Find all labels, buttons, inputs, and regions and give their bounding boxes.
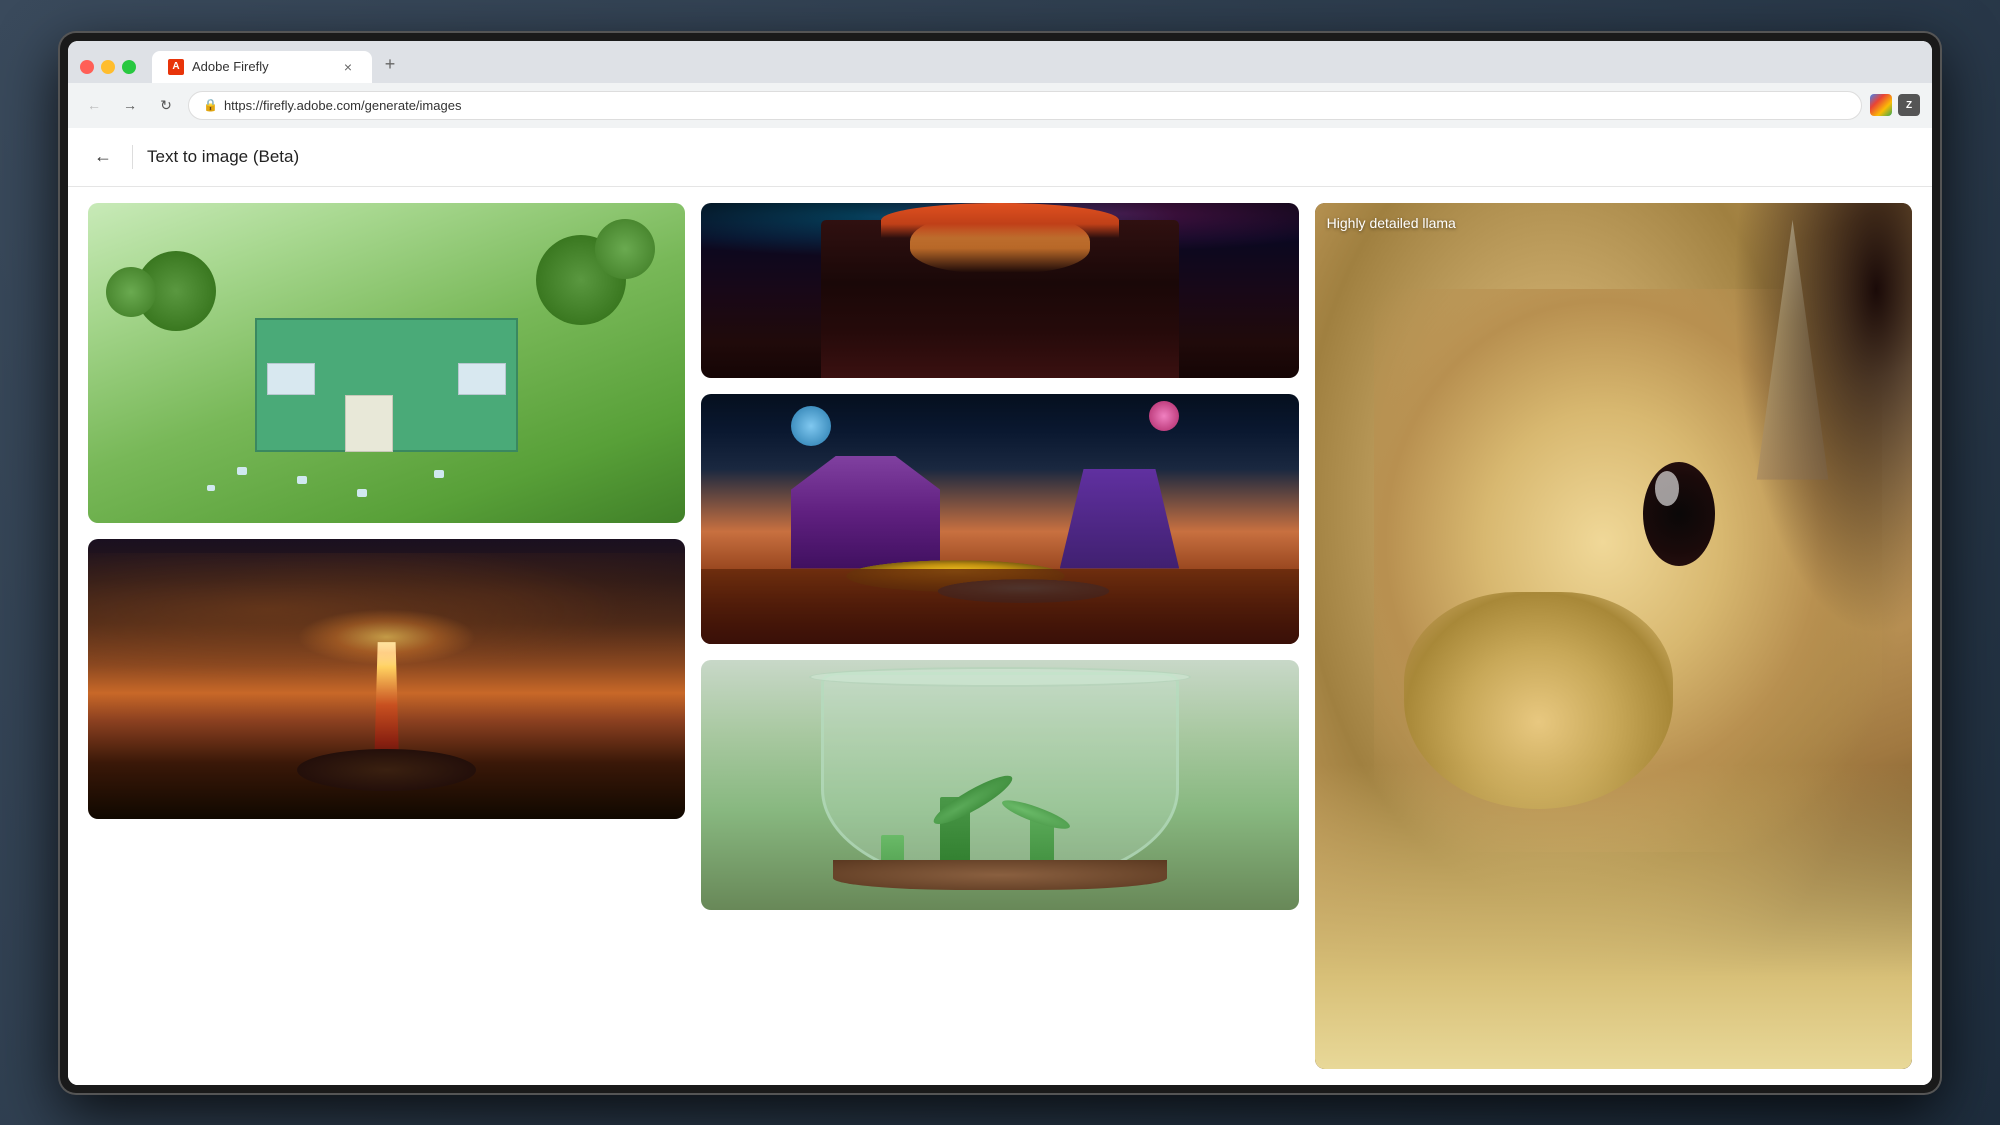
refresh-button[interactable]: ↻ <box>152 91 180 119</box>
tab-title: Adobe Firefly <box>192 59 332 74</box>
image-card-lighthouse[interactable] <box>88 539 685 819</box>
gallery-area[interactable]: Highly detailed llama <box>68 187 1932 1085</box>
minimize-window-button[interactable] <box>101 60 115 74</box>
image-card-house[interactable] <box>88 203 685 523</box>
back-nav-button[interactable]: ← <box>80 91 108 119</box>
image-card-jar[interactable] <box>701 660 1298 910</box>
gallery-col-1 <box>88 203 685 1069</box>
page-title: Text to image (Beta) <box>147 147 299 167</box>
page-back-button[interactable]: ← <box>88 142 118 172</box>
extension-button[interactable]: Z <box>1898 94 1920 116</box>
image-card-cyberpunk-person[interactable] <box>701 203 1298 378</box>
title-bar: A Adobe Firefly × + <box>68 41 1932 83</box>
llama-label: Highly detailed llama <box>1327 215 1456 231</box>
tab-bar: A Adobe Firefly × + <box>152 51 1920 83</box>
image-card-scifi[interactable] <box>701 394 1298 644</box>
lock-icon: 🔒 <box>203 98 218 112</box>
image-card-llama[interactable]: Highly detailed llama <box>1315 203 1912 1069</box>
maximize-window-button[interactable] <box>122 60 136 74</box>
favicon-letter: A <box>172 61 179 72</box>
tab-favicon: A <box>168 59 184 75</box>
header-divider <box>132 145 133 169</box>
active-tab[interactable]: A Adobe Firefly × <box>152 51 372 83</box>
gallery-col-2 <box>701 203 1298 1069</box>
tab-close-button[interactable]: × <box>340 59 356 75</box>
screen-bezel: A Adobe Firefly × + ← → ↻ 🔒 <box>60 33 1940 1093</box>
browser-actions: Z <box>1870 94 1920 116</box>
forward-nav-button[interactable]: → <box>116 91 144 119</box>
main-area: Highly detailed llama <box>68 187 1932 1085</box>
gallery-columns: Highly detailed llama <box>88 187 1912 1085</box>
gallery-col-3: Highly detailed llama <box>1315 203 1912 1069</box>
laptop-frame: A Adobe Firefly × + ← → ↻ 🔒 <box>0 0 2000 1125</box>
close-window-button[interactable] <box>80 60 94 74</box>
browser-chrome: A Adobe Firefly × + ← → ↻ 🔒 <box>68 41 1932 128</box>
traffic-lights <box>80 60 136 74</box>
address-bar[interactable]: 🔒 https://firefly.adobe.com/generate/ima… <box>188 91 1862 120</box>
page-header: ← Text to image (Beta) <box>68 128 1932 187</box>
new-tab-button[interactable]: + <box>376 51 404 79</box>
url-text: https://firefly.adobe.com/generate/image… <box>224 98 462 113</box>
screen-inner: A Adobe Firefly × + ← → ↻ 🔒 <box>68 41 1932 1085</box>
nav-bar: ← → ↻ 🔒 https://firefly.adobe.com/genera… <box>68 83 1932 128</box>
colorful-extension-icon[interactable] <box>1870 94 1892 116</box>
page-content: ← Text to image (Beta) <box>68 128 1932 1085</box>
